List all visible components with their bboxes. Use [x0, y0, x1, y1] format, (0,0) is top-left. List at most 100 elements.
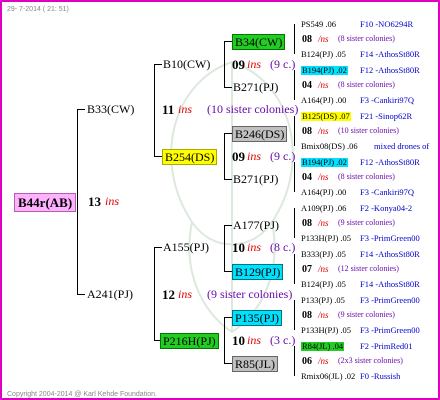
g1-sis-0: (10 sister colonies) — [207, 102, 299, 116]
g4-line: F3 -Cankiri97Q — [360, 95, 415, 105]
g4-sisters: (9 sister colonies) — [338, 218, 395, 227]
root-ins: ins — [105, 194, 120, 208]
g3-queen-2[interactable]: B246(DS) — [232, 126, 288, 142]
g4-line: F10 -NO6294R — [360, 19, 414, 29]
g4-line: F21 -Sinop62R — [360, 111, 413, 121]
g3-queen-1[interactable]: B271(PJ) — [233, 81, 278, 93]
connector — [294, 346, 295, 376]
g4-queen[interactable]: R84(JL) .04 — [301, 342, 345, 351]
g4-line: F3 -PrimGreen00 — [360, 295, 420, 305]
g4-queen[interactable]: P133H(PJ) .05 — [301, 234, 351, 243]
g2-ins-1: ins — [247, 149, 262, 163]
pedigree-frame: 29- 7-2014 ( 21: 51) B44r(AB) 13 ins B33… — [0, 0, 440, 400]
g4-ins: /ns — [318, 80, 329, 90]
connector — [224, 271, 232, 272]
g4-sisters: (2x3 sister colonies) — [338, 356, 403, 365]
g2-count-3: 10 — [232, 333, 245, 348]
g4-queen[interactable]: A164(PJ) .00 — [301, 96, 346, 105]
connector — [154, 247, 155, 340]
g1-queen-1[interactable]: A241(PJ) — [87, 288, 133, 300]
g3-queen-6[interactable]: P135(PJ) — [232, 310, 283, 326]
connector — [224, 133, 225, 179]
g4-line: F14 -AthosSt80R — [360, 249, 420, 259]
g4-line: F3 -PrimGreen00 — [360, 233, 420, 243]
g4-queen[interactable]: Bmix08(DS) .06 — [301, 142, 358, 151]
g2-sis-3: (3 c.) — [270, 333, 296, 347]
g4-queen[interactable]: Rmix06(JL) .02 — [301, 372, 355, 381]
g4-ins: /ns — [318, 172, 329, 182]
connector — [224, 225, 232, 226]
g4-ins: /ns — [318, 34, 329, 44]
connector — [77, 109, 78, 295]
connector — [294, 300, 295, 330]
g4-line: F3 -Cankiri97Q — [360, 187, 415, 197]
g2-ins-2: ins — [247, 240, 262, 254]
root-queen[interactable]: B44r(AB) — [14, 193, 77, 212]
g4-queen[interactable]: B124(PJ) .05 — [301, 280, 346, 289]
g2-count-2: 10 — [232, 240, 245, 255]
connector — [224, 179, 232, 180]
g4-queen[interactable]: B194(PJ) .02 — [301, 66, 348, 75]
g3-queen-5[interactable]: B129(PJ) — [232, 264, 284, 280]
connector — [224, 317, 232, 318]
g2-queen-0[interactable]: B10(CW) — [163, 58, 210, 70]
connector — [294, 254, 295, 284]
g2-queen-3[interactable]: P216H(PJ) — [160, 333, 219, 349]
g4-queen[interactable]: A109(PJ) .06 — [301, 204, 346, 213]
g4-count: 04 — [302, 172, 312, 183]
g4-queen[interactable]: B194(PJ) .02 — [301, 158, 348, 167]
g4-ins: /ns — [318, 264, 329, 274]
g1-count-0: 11 — [162, 102, 175, 117]
g4-sisters: (12 sister colonies) — [338, 264, 399, 273]
g4-count: 08 — [302, 218, 312, 229]
g3-queen-0[interactable]: B34(CW) — [232, 34, 286, 50]
g4-sisters: (8 sister colonies) — [338, 172, 395, 181]
connector — [224, 225, 225, 271]
g1-queen-0[interactable]: B33(CW) — [87, 103, 134, 115]
g1-sis-1: (9 sister colonies) — [207, 287, 293, 301]
g4-line: F2 -Konya04-2 — [360, 203, 413, 213]
connector — [294, 162, 295, 192]
g4-count: 08 — [302, 310, 312, 321]
g4-sisters: (8 sister colonies) — [338, 80, 395, 89]
g4-ins: /ns — [318, 356, 329, 366]
connector — [154, 64, 162, 65]
g2-sis-1: (9 c.) — [270, 149, 296, 163]
g4-count: 04 — [302, 80, 312, 91]
g4-queen[interactable]: B125(DS) .07 — [301, 112, 351, 121]
g2-ins-3: ins — [247, 333, 262, 347]
g4-sisters: (9 sister colonies) — [338, 310, 395, 319]
connector — [294, 116, 295, 146]
g4-sisters: (8 sister colonies) — [338, 34, 395, 43]
connector — [294, 70, 295, 100]
connector — [294, 24, 295, 54]
g4-line: F3 -PrimGreen00 — [360, 325, 420, 335]
g2-ins-0: ins — [247, 57, 262, 71]
g4-ins: /ns — [318, 218, 329, 228]
g4-line: F2 -PrimRed01 — [360, 341, 413, 351]
g4-queen[interactable]: P133(PJ) .05 — [301, 296, 345, 305]
g4-queen[interactable]: PS549 .06 — [301, 20, 336, 29]
g3-queen-3[interactable]: B271(PJ) — [233, 173, 278, 185]
connector — [294, 208, 295, 238]
g4-line: mixed drones of — [374, 141, 430, 151]
g4-queen[interactable]: B333(PJ) .05 — [301, 250, 346, 259]
g1-ins-0: ins — [178, 102, 193, 116]
connector — [224, 87, 232, 88]
g4-line: F12 -AthosSt80R — [360, 65, 420, 75]
g4-queen[interactable]: P133H(PJ) .05 — [301, 326, 351, 335]
connector — [154, 247, 162, 248]
g4-line: F14 -AthosSt80R — [360, 49, 420, 59]
g2-queen-1[interactable]: B254(DS) — [162, 149, 218, 165]
g4-queen[interactable]: B124(PJ) .05 — [301, 50, 346, 59]
date-stamp: 29- 7-2014 ( 21: 51) — [7, 6, 69, 13]
g4-sisters: (10 sister colonies) — [338, 126, 399, 135]
g2-count-1: 09 — [232, 149, 245, 164]
g4-ins: /ns — [318, 126, 329, 136]
g4-count: 08 — [302, 34, 312, 45]
g4-queen[interactable]: A164(PJ) .00 — [301, 188, 346, 197]
g3-queen-7[interactable]: R85(JL) — [232, 356, 278, 372]
g4-line: F0 -Russish — [360, 371, 401, 381]
g2-queen-2[interactable]: A155(PJ) — [163, 241, 209, 253]
g3-queen-4[interactable]: A177(PJ) — [233, 219, 279, 231]
